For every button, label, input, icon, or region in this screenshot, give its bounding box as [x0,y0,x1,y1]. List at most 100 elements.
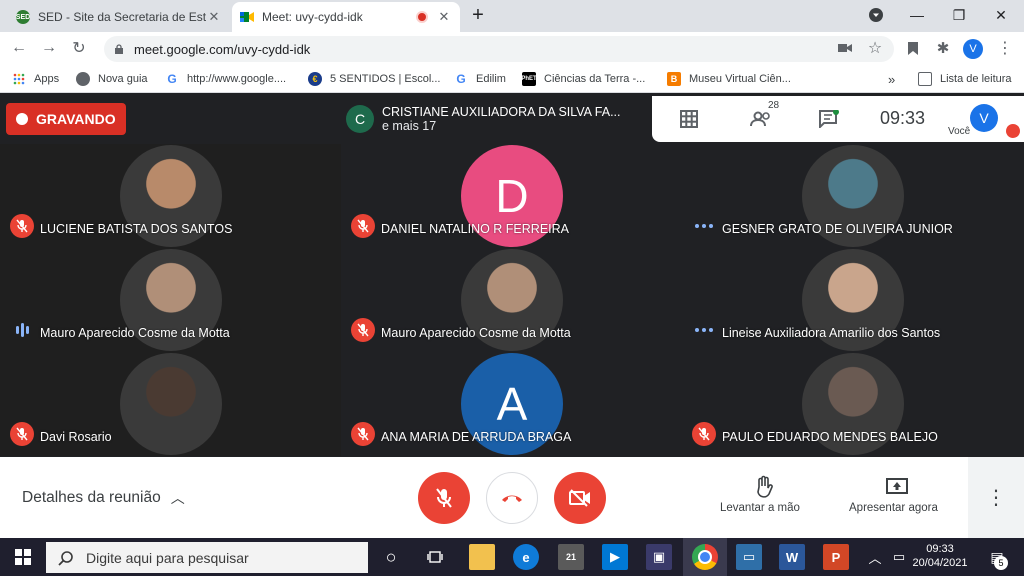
raise-hand-icon[interactable] [753,475,775,499]
taskbar-search-box[interactable]: Digite aqui para pesquisar [46,542,368,573]
address-bar[interactable]: meet.google.com/uvy-cydd-idk [104,36,894,62]
chat-icon[interactable] [816,106,842,132]
powerpoint-icon[interactable]: P [823,544,849,570]
meeting-details-button[interactable]: Detalhes da reunião ︿ [22,488,185,508]
system-clock[interactable]: 09:33 20/04/2021 [910,542,970,570]
presenter-bar[interactable]: C CRISTIANE AUXILIADORA DA SILVA FA... e… [340,96,652,142]
present-screen-icon[interactable] [886,477,908,497]
participant-tile[interactable]: D DANIEL NATALINO R FERREIRA [341,144,683,248]
participant-tile[interactable]: Davi Rosario [0,352,342,456]
participant-name: Mauro Aparecido Cosme da Motta [40,326,230,340]
chrome-icon[interactable] [692,544,718,570]
bookmark-nova-guia[interactable]: Nova guia [76,70,148,88]
search-icon [58,550,73,566]
participant-tile[interactable]: PAULO EDUARDO MENDES BALEJO [682,352,1024,456]
raise-hand-label[interactable]: Levantar a mão [720,502,800,514]
audio-idle-icon [692,322,716,338]
bookmark-star-icon[interactable]: ☆ [866,39,884,57]
participant-tile[interactable]: GESNER GRATO DE OLIVEIRA JUNIOR [682,144,1024,248]
camera-toggle-button[interactable] [554,472,606,524]
cortana-icon[interactable]: ○ [378,544,404,570]
bookmark-edilim[interactable]: G Edilim [454,70,506,88]
meeting-clock: 09:33 [880,108,926,128]
camera-permission-icon[interactable] [836,39,854,57]
monitor-app-icon[interactable]: ▭ [736,544,762,570]
calendar-app-icon[interactable]: 21 [558,544,584,570]
search-placeholder: Digite aqui para pesquisar [86,549,249,566]
bookmark-5-sentidos[interactable]: € 5 SENTIDOS | Escol... [308,70,440,88]
mic-off-icon [436,488,452,508]
self-label: Você [948,126,971,137]
mic-toggle-button[interactable] [418,472,470,524]
leave-call-button[interactable] [486,472,538,524]
new-tab-button[interactable]: + [463,4,493,26]
forward-icon[interactable]: → [38,37,60,59]
movies-app-icon[interactable]: ▶ [602,544,628,570]
store-icon[interactable]: ▣ [646,544,672,570]
sed-favicon-icon: SED [16,10,30,24]
reading-list-icon[interactable] [904,39,922,57]
participant-tile[interactable]: Lineise Auxiliadora Amarilio dos Santos [682,248,1024,352]
bookmark-apps[interactable]: Apps [12,70,59,88]
address-url: meet.google.com/uvy-cydd-idk [134,41,311,57]
bookmark-museu-virtual[interactable]: B Museu Virtual Ciên... [667,70,791,88]
bookmark-label: Nova guia [98,73,148,85]
camera-off-icon [569,489,590,507]
apps-grid-icon [12,72,26,86]
hangup-icon [502,495,522,502]
edge-icon[interactable]: e [513,544,539,570]
record-dot-icon [16,113,28,125]
tab-sed[interactable]: SED SED - Site da Secretaria de Estado ✕ [8,2,230,32]
present-now-label[interactable]: Apresentar agora [849,502,938,514]
google-icon: G [167,72,177,86]
system-time: 09:33 [926,543,954,555]
recording-label: GRAVANDO [36,111,116,127]
presenter-avatar: C [346,105,374,133]
meeting-details-label: Detalhes da reunião [22,489,161,506]
menu-kebab-icon[interactable]: ⋮ [996,39,1014,57]
reload-icon[interactable]: ↻ [68,37,90,59]
globe-icon [76,72,90,86]
participant-tile[interactable]: A ANA MARIA DE ARRUDA BRAGA [341,352,683,456]
windows-taskbar: Digite aqui para pesquisar ○ e 21 ▶ ▣ ▭ … [0,538,1024,576]
bookmarks-bar: Apps Nova guia G http://www.google.... €… [0,65,1024,93]
meet-control-bar: Detalhes da reunião ︿ Levantar a mão Apr… [0,457,1024,538]
file-explorer-icon[interactable] [469,544,495,570]
mic-off-icon [10,214,34,238]
layout-grid-icon[interactable] [676,106,702,132]
tab-search-icon[interactable] [861,4,891,26]
blogger-icon: B [667,72,681,86]
participant-tile[interactable]: Mauro Aparecido Cosme da Motta [341,248,683,352]
restore-button[interactable]: ❐ [944,4,974,26]
word-icon[interactable]: W [779,544,805,570]
bookmark-label: Ciências da Terra -... [544,73,646,85]
more-options-icon[interactable]: ⋮ [986,485,1006,510]
windows-start-icon[interactable] [10,544,36,570]
more-bookmarks-icon[interactable]: » [888,70,895,88]
close-icon[interactable]: ✕ [206,9,222,25]
google-icon: G [456,72,466,86]
speaking-indicator-icon [12,322,32,338]
participant-tile[interactable]: Mauro Aparecido Cosme da Motta [0,248,342,352]
participant-name: GESNER GRATO DE OLIVEIRA JUNIOR [722,222,953,236]
participant-name: ANA MARIA DE ARRUDA BRAGA [381,430,572,444]
reading-list-button[interactable]: Lista de leitura [918,70,1012,88]
participant-count: 28 [768,100,780,111]
back-icon[interactable]: ← [8,37,30,59]
bookmark-label: Apps [34,73,60,85]
close-icon[interactable]: ✕ [436,9,452,25]
bookmark-ciencias-da-terra[interactable]: PhET Ciências da Terra -... [521,70,646,88]
participant-tile[interactable]: LUCIENE BATISTA DOS SANTOS [0,144,342,248]
network-icon[interactable]: ▭ [886,544,912,570]
minimize-button[interactable]: — [902,4,932,26]
profile-avatar[interactable]: V [963,39,983,59]
audio-idle-icon [692,218,716,234]
presenter-name: CRISTIANE AUXILIADORA DA SILVA FA... [382,105,621,119]
extensions-icon[interactable]: ✱ [934,39,952,57]
reading-list-icon [918,72,932,86]
task-view-icon[interactable] [422,544,448,570]
window-close-button[interactable]: ✕ [986,4,1016,26]
tray-chevron-icon[interactable]: ︿ [862,544,888,570]
bookmark-google[interactable]: G http://www.google.... [165,70,286,88]
tab-meet[interactable]: Meet: uvy-cydd-idk ✕ [232,2,460,32]
